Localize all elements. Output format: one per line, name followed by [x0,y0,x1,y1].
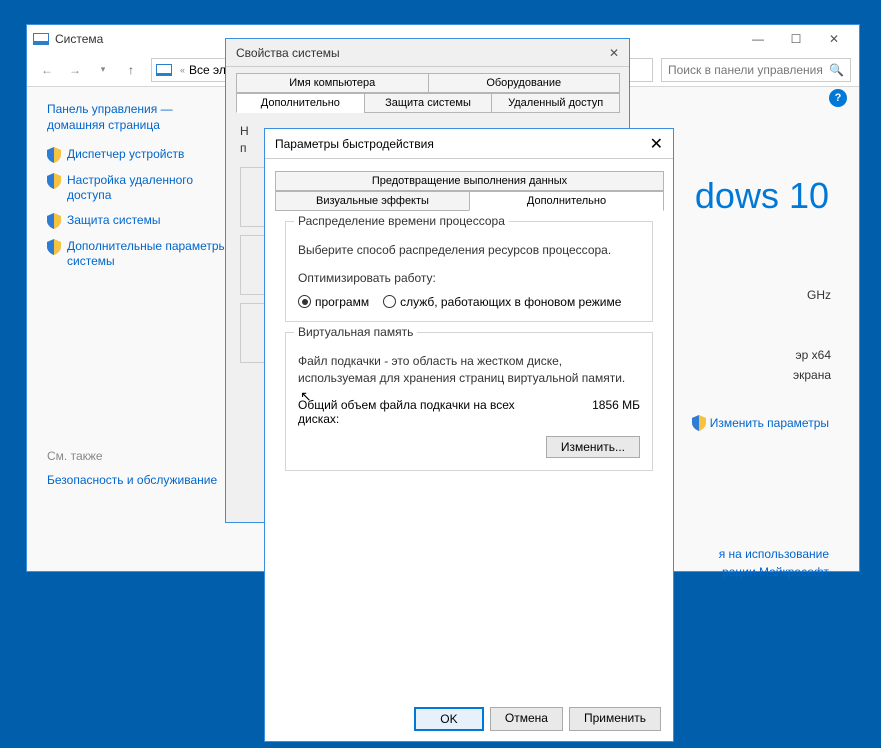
radio-background-services[interactable]: служб, работающих в фоновом режиме [383,295,621,309]
search-placeholder: Поиск в панели управления [668,63,823,77]
spec-line: экрана [793,365,831,385]
vm-total-value: 1856 МБ [592,398,640,426]
maximize-button[interactable]: ☐ [777,28,815,50]
group-legend: Распределение времени процессора [294,214,509,228]
tab-advanced[interactable]: Дополнительно [469,191,664,211]
cancel-button[interactable]: Отмена [490,707,563,731]
shield-icon [47,147,61,163]
apply-button[interactable]: Применить [569,707,661,731]
windows-logo-text: dows 10 [695,175,829,217]
virtual-memory-group: Виртуальная память Файл подкачки - это о… [285,332,653,472]
group-legend: Виртуальная память [294,325,417,339]
change-settings-link[interactable]: Изменить параметры [692,415,829,431]
history-dropdown[interactable]: ▾ [91,58,115,82]
dialog-title: Свойства системы [236,46,340,60]
control-panel-home-link[interactable]: Панель управления — домашняя страница [47,101,231,133]
nav-remote-settings[interactable]: Настройка удаленного доступа [47,173,231,203]
nav-device-manager[interactable]: Диспетчер устройств [47,147,231,163]
ok-button[interactable]: OK [414,707,484,731]
shield-icon [692,415,706,431]
shield-icon [47,239,61,255]
minimize-button[interactable]: — [739,28,777,50]
dialog-titlebar[interactable]: Параметры быстродействия ✕ [265,129,673,159]
dialog-title: Параметры быстродействия [275,137,434,151]
vm-total-label: Общий объем файла подкачки на всех диска… [298,398,518,426]
computer-icon [33,33,49,45]
tab-protection[interactable]: Защита системы [364,93,493,113]
nav-system-protection[interactable]: Защита системы [47,213,231,229]
search-icon: 🔍 [829,63,844,77]
tab-dep[interactable]: Предотвращение выполнения данных [275,171,664,191]
spec-line: эр x64 [796,345,831,365]
chevron-right-icon: « [180,65,185,75]
tab-advanced[interactable]: Дополнительно [236,93,365,113]
performance-options-dialog: Параметры быстродействия ✕ Предотвращени… [264,128,674,742]
radio-icon [383,295,396,308]
license-links[interactable]: я на использование рации Майкрософт [719,545,829,581]
shield-icon [47,213,61,229]
tab-hardware[interactable]: Оборудование [428,73,621,93]
nav-advanced-system[interactable]: Дополнительные параметры системы [47,239,231,269]
shield-icon [47,173,61,189]
vm-desc: Файл подкачки - это область на жестком д… [298,353,640,387]
back-button[interactable]: ← [35,58,59,82]
see-also-label: См. также [47,449,231,463]
tab-remote[interactable]: Удаленный доступ [491,93,620,113]
computer-icon [156,64,172,76]
forward-button[interactable]: → [63,58,87,82]
cpu-desc: Выберите способ распределения ресурсов п… [298,242,640,259]
close-button[interactable]: ✕ [815,28,853,50]
close-icon[interactable]: ✕ [650,134,663,154]
left-nav: Панель управления — домашняя страница Ди… [27,87,239,571]
security-maintenance-link[interactable]: Безопасность и обслуживание [47,473,217,488]
dialog-titlebar[interactable]: Свойства системы ✕ [226,39,629,67]
help-icon[interactable]: ? [829,89,847,107]
optimize-label: Оптимизировать работу: [298,271,640,285]
radio-programs[interactable]: программ [298,295,369,309]
tab-computer-name[interactable]: Имя компьютера [236,73,429,93]
change-button[interactable]: Изменить... [546,436,640,458]
search-input[interactable]: Поиск в панели управления 🔍 [661,58,851,82]
radio-icon [298,295,311,308]
tab-visual-effects[interactable]: Визуальные эффекты [275,191,470,211]
cpu-scheduling-group: Распределение времени процессора Выберит… [285,221,653,322]
spec-line: GHz [807,285,831,305]
up-button[interactable]: ↑ [119,58,143,82]
close-icon[interactable]: ✕ [609,46,619,60]
